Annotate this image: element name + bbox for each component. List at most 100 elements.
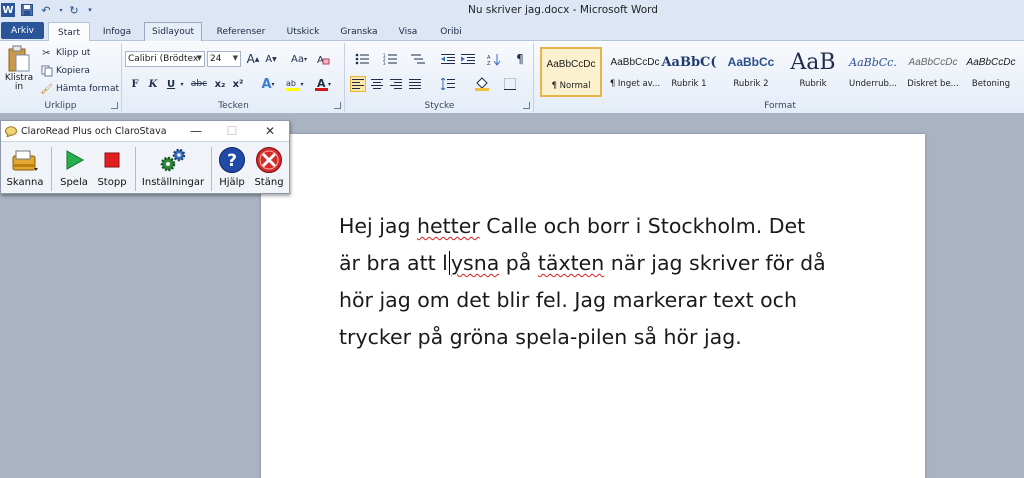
font-group: Calibri (Brödtex ▼ 24 ▼ A ▲ A ▼ Aa ▾ A F K … <box>123 43 345 112</box>
word-app-icon[interactable]: W <box>1 3 15 17</box>
font-name-combo[interactable]: Calibri (Brödtex ▼ <box>125 51 205 67</box>
tab-oribi[interactable]: Oribi <box>430 22 472 41</box>
tab-start[interactable]: Start <box>48 22 90 42</box>
cut-button[interactable]: ✂ Klipp ut <box>40 45 90 61</box>
superscript-button[interactable]: x² <box>230 76 246 92</box>
tab-sidlayout[interactable]: Sidlayout <box>144 22 202 41</box>
cut-label: Klipp ut <box>56 48 91 58</box>
align-left-icon[interactable] <box>350 76 366 92</box>
misspelled-word[interactable]: ysna <box>451 251 499 275</box>
close-icon[interactable]: ✕ <box>261 123 279 139</box>
style-subtle-emphasis[interactable]: AaBbCcDc Diskret be... <box>902 47 964 97</box>
style-emphasis[interactable]: AaBbCcDc Betoning <box>960 47 1022 97</box>
style-normal[interactable]: AaBbCcDc ¶ Normal <box>540 47 602 97</box>
style-heading-1[interactable]: AaBbC( Rubrik 1 <box>658 47 720 97</box>
misspelled-word[interactable]: hetter <box>417 214 480 238</box>
maximize-icon[interactable]: ☐ <box>223 123 241 139</box>
style-name: ¶ Inget av... <box>609 79 661 89</box>
style-no-spacing[interactable]: AaBbCcDc ¶ Inget av... <box>604 47 666 97</box>
line-spacing-icon[interactable] <box>436 76 460 92</box>
align-center-icon[interactable] <box>369 76 385 92</box>
style-sample: AaBbCcDc <box>610 56 660 68</box>
multilevel-list-icon[interactable] <box>406 51 430 67</box>
style-sample: AaBbCcDc <box>966 56 1016 68</box>
style-subtitle[interactable]: AaBbCc. Underrub... <box>842 47 904 97</box>
minimize-icon[interactable]: — <box>187 123 205 139</box>
customize-qat-icon[interactable]: ▾ <box>86 3 94 17</box>
tab-utskick[interactable]: Utskick <box>278 22 328 41</box>
scanner-icon <box>12 150 38 171</box>
italic-button[interactable]: K <box>145 76 161 92</box>
increase-indent-icon[interactable] <box>460 51 476 67</box>
tab-referenser[interactable]: Referenser <box>208 22 274 41</box>
gears-icon <box>160 148 186 172</box>
underline-button[interactable]: U <box>163 76 179 92</box>
paste-button[interactable]: Klistra in <box>4 45 34 99</box>
svg-text:3: 3 <box>383 61 386 65</box>
stop-button[interactable]: Stopp <box>95 145 129 193</box>
copy-button[interactable]: Kopiera <box>40 63 90 79</box>
decrease-indent-icon[interactable] <box>440 51 456 67</box>
undo-dropdown-icon[interactable]: ▾ <box>58 3 64 17</box>
show-formatting-marks-icon[interactable]: ¶ <box>512 51 528 67</box>
scan-button[interactable]: Skanna <box>5 145 45 193</box>
tab-granska[interactable]: Granska <box>332 22 386 41</box>
font-name-value: Calibri (Brödtex <box>128 54 199 64</box>
strikethrough-button[interactable]: abc <box>189 76 209 92</box>
claroread-toolbar[interactable]: ClaroRead Plus och ClaroStava — ☐ ✕ Skan… <box>0 120 290 194</box>
play-button[interactable]: Spela <box>57 145 91 193</box>
bold-button[interactable]: F <box>127 76 143 92</box>
svg-text:ab: ab <box>286 79 296 88</box>
shrink-font-label: A <box>265 53 273 65</box>
change-case-button[interactable]: Aa ▾ <box>288 51 310 67</box>
font-size-value: 24 <box>210 54 222 64</box>
shading-icon[interactable] <box>470 76 494 92</box>
underline-dropdown-icon[interactable]: ▾ <box>178 76 186 92</box>
bullets-icon[interactable] <box>350 51 374 67</box>
shrink-font-button[interactable]: A ▼ <box>263 51 279 67</box>
grow-font-button[interactable]: A ▲ <box>245 51 261 67</box>
paragraph-dialog-launcher-icon[interactable] <box>523 102 530 109</box>
format-painter-button[interactable]: 🖌 Hämta format <box>40 81 119 97</box>
sort-icon[interactable]: AZ <box>486 51 502 67</box>
paragraph-group: 123 AZ ¶ Stycke <box>346 43 534 112</box>
help-button[interactable]: ? Hjälp <box>215 145 249 193</box>
style-name: Underrub... <box>849 79 897 89</box>
settings-button[interactable]: Inställningar <box>141 145 205 193</box>
tab-arkiv[interactable]: Arkiv <box>1 22 44 39</box>
document-text[interactable]: Hej jag hetter Calle och borr i Stockhol… <box>339 208 859 356</box>
play-icon <box>66 150 85 170</box>
clear-formatting-icon[interactable]: A <box>315 51 331 67</box>
save-icon[interactable] <box>20 3 34 17</box>
text-effects-button[interactable]: A ▾ <box>257 76 279 92</box>
font-color-button[interactable]: A ▾ <box>311 76 335 92</box>
highlight-button[interactable]: ab ▾ <box>283 76 307 92</box>
close-app-button[interactable]: Stäng <box>251 145 287 193</box>
text-run: på <box>499 251 538 275</box>
clipboard-dialog-launcher-icon[interactable] <box>111 102 118 109</box>
document-page[interactable]: Hej jag hetter Calle och borr i Stockhol… <box>261 134 925 478</box>
text-line: trycker på gröna spela-pilen så hör jag. <box>339 325 742 349</box>
font-dialog-launcher-icon[interactable] <box>334 102 341 109</box>
redo-icon[interactable]: ↻ <box>67 3 81 17</box>
misspelled-word[interactable]: täxten <box>538 251 604 275</box>
style-heading-2[interactable]: AaBbCc Rubrik 2 <box>720 47 782 97</box>
font-size-combo[interactable]: 24 ▼ <box>207 51 241 67</box>
style-name: Rubrik 2 <box>733 79 769 89</box>
superscript-label: x² <box>232 78 244 90</box>
paste-sub-label: in <box>14 82 24 92</box>
claroread-title-bar[interactable]: ClaroRead Plus och ClaroStava — ☐ ✕ <box>1 121 289 142</box>
stop-icon <box>104 152 120 168</box>
tab-infoga[interactable]: Infoga <box>94 22 140 41</box>
style-title[interactable]: AaB Rubrik <box>782 47 844 97</box>
subscript-button[interactable]: x₂ <box>212 76 228 92</box>
change-case-label: Aa <box>291 53 304 65</box>
align-right-icon[interactable] <box>388 76 404 92</box>
undo-icon[interactable]: ↶ <box>39 3 53 17</box>
tab-visa[interactable]: Visa <box>390 22 426 41</box>
numbering-icon[interactable]: 123 <box>378 51 402 67</box>
clipboard-group-label: Urklipp <box>44 101 77 111</box>
borders-icon[interactable] <box>498 76 522 92</box>
justify-icon[interactable] <box>407 76 423 92</box>
paragraph-group-label: Stycke <box>424 101 455 111</box>
